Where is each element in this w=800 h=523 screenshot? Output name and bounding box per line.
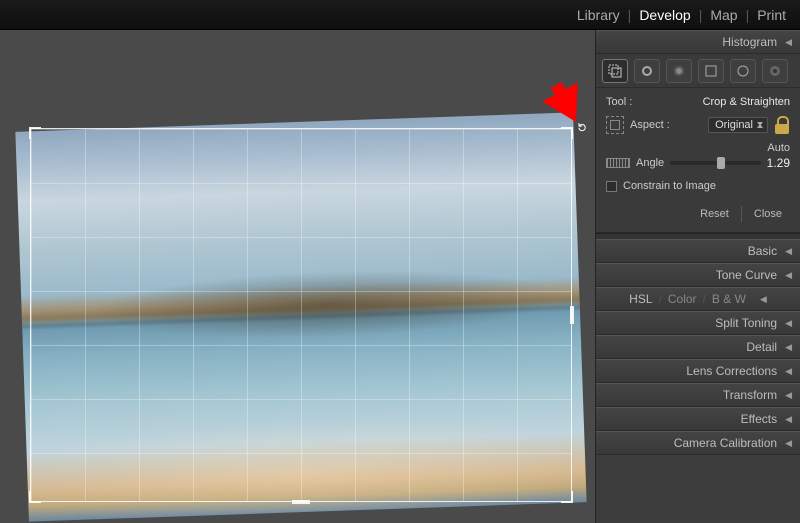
slider-thumb[interactable] [717, 157, 725, 169]
aspect-icon[interactable] [606, 116, 624, 134]
panel-label: Camera Calibration [674, 436, 777, 450]
panel-hsl-color-bw[interactable]: HSL / Color / B & W ◀ [596, 287, 800, 311]
panel-transform[interactable]: Transform ◀ [596, 383, 800, 407]
radial-tool-button[interactable] [730, 59, 756, 83]
panel-detail[interactable]: Detail ◀ [596, 335, 800, 359]
panel-label: Basic [748, 244, 777, 258]
constrain-label: Constrain to Image [623, 180, 716, 192]
aspect-lock-icon[interactable] [774, 116, 790, 134]
panel-effects[interactable]: Effects ◀ [596, 407, 800, 431]
radial-icon [735, 63, 751, 79]
gradient-tool-button[interactable] [698, 59, 724, 83]
collapse-icon: ◀ [785, 366, 792, 377]
panel-label: Detail [746, 340, 777, 354]
brush-tool-button[interactable] [762, 59, 788, 83]
aspect-label: Aspect : [630, 119, 670, 131]
module-nav: Library | Develop | Map | Print [0, 0, 800, 30]
canvas-area[interactable]: ⟲ [0, 30, 595, 523]
crop-icon [607, 63, 623, 79]
close-button[interactable]: Close [746, 206, 790, 222]
collapse-icon: ◀ [785, 438, 792, 449]
bw-tab[interactable]: B & W [712, 292, 746, 306]
panel-label: Tone Curve [716, 268, 777, 282]
nav-map[interactable]: Map [702, 7, 745, 23]
collapse-icon: ◀ [785, 246, 792, 257]
color-tab[interactable]: Color [668, 292, 697, 306]
tool-strip [596, 54, 800, 88]
tool-name: Crop & Straighten [703, 96, 790, 108]
panel-basic[interactable]: Basic ◀ [596, 239, 800, 263]
right-panel: Histogram ◀ Tool : Crop & Straighten [595, 30, 800, 523]
tool-label: Tool : [606, 96, 632, 108]
angle-label: Angle [636, 157, 664, 169]
straighten-icon[interactable] [606, 158, 630, 168]
angle-auto-button[interactable]: Auto [767, 142, 790, 154]
panel-label: Effects [741, 412, 777, 426]
angle-value[interactable]: 1.29 [767, 156, 790, 170]
separator: / [703, 292, 706, 306]
panel-lens-corrections[interactable]: Lens Corrections ◀ [596, 359, 800, 383]
panel-label: Transform [723, 388, 777, 402]
constrain-checkbox[interactable] [606, 181, 617, 192]
aspect-dropdown[interactable]: Original [708, 117, 768, 133]
brush-icon [767, 63, 783, 79]
collapse-icon: ◀ [785, 37, 792, 48]
panel-label: Histogram [722, 35, 777, 49]
crop-tool-button[interactable] [602, 59, 628, 83]
spot-tool-button[interactable] [634, 59, 660, 83]
nav-print[interactable]: Print [749, 7, 794, 23]
crop-panel: Tool : Crop & Straighten Aspect : Origin… [596, 88, 800, 233]
collapse-icon: ◀ [785, 318, 792, 329]
gradient-icon [703, 63, 719, 79]
circle-icon [642, 66, 652, 76]
nav-library[interactable]: Library [569, 7, 628, 23]
photo[interactable] [15, 112, 586, 521]
panel-tone-curve[interactable]: Tone Curve ◀ [596, 263, 800, 287]
separator: / [659, 292, 662, 306]
panel-camera-calibration[interactable]: Camera Calibration ◀ [596, 431, 800, 455]
reset-button[interactable]: Reset [692, 206, 737, 222]
collapse-icon: ◀ [760, 294, 767, 305]
separator [741, 206, 742, 222]
angle-slider[interactable] [670, 161, 761, 165]
panel-label: Split Toning [715, 316, 777, 330]
collapse-icon: ◀ [785, 390, 792, 401]
collapse-icon: ◀ [785, 414, 792, 425]
panel-histogram[interactable]: Histogram ◀ [596, 30, 800, 54]
panel-label: Lens Corrections [686, 364, 777, 378]
nav-develop[interactable]: Develop [631, 7, 698, 23]
collapse-icon: ◀ [785, 270, 792, 281]
collapse-icon: ◀ [785, 342, 792, 353]
redeye-tool-button[interactable] [666, 59, 692, 83]
eye-icon [674, 66, 684, 76]
hsl-tab[interactable]: HSL [629, 292, 652, 306]
panel-split-toning[interactable]: Split Toning ◀ [596, 311, 800, 335]
